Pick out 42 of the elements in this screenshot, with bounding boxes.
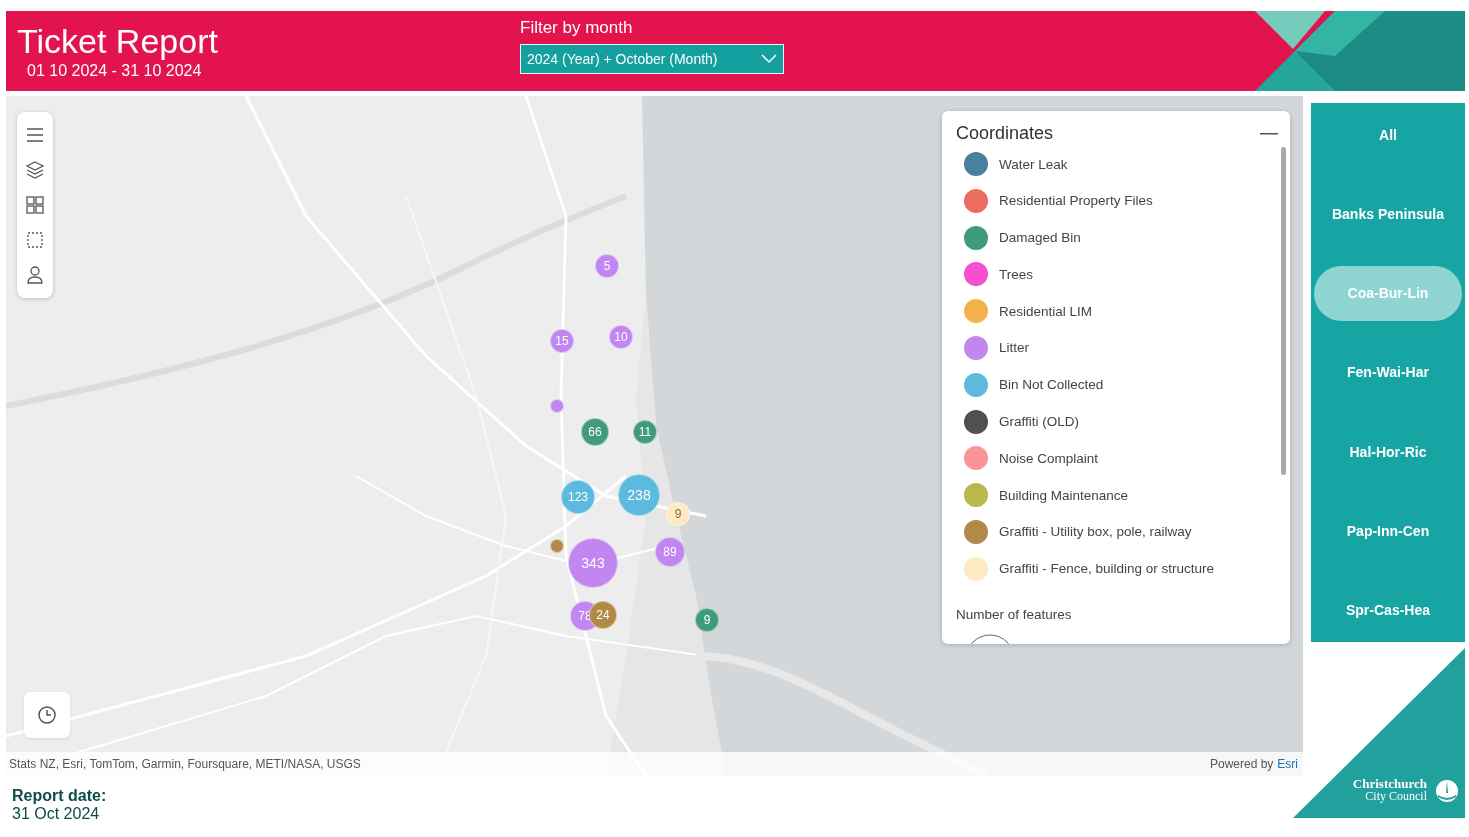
chevron-icon [761, 54, 777, 64]
time-button[interactable] [24, 692, 70, 738]
legend-label: Bin Not Collected [999, 377, 1104, 393]
person-icon[interactable] [25, 264, 45, 285]
logo-subtext: City Council [1365, 790, 1427, 802]
legend-label: Litter [999, 340, 1029, 356]
legend-label: Graffiti - Fence, building or structure [999, 561, 1215, 577]
area-button[interactable]: Pap-Inn-Cen [1314, 503, 1462, 559]
area-button[interactable]: Coa-Bur-Lin [1314, 265, 1462, 321]
grid-icon[interactable] [25, 195, 45, 215]
size-legend-title: Number of features [955, 605, 1073, 622]
clock-icon [37, 705, 57, 725]
legend-label: Residential LIM [999, 303, 1093, 319]
report-date-label: Report date: [12, 787, 108, 805]
legend-label: Damaged Bin [999, 230, 1081, 246]
legend-label: Graffiti (OLD) [999, 414, 1079, 430]
date-range: 01 10 2024 - 31 10 2024 [27, 61, 203, 81]
logo-text: Christchurch [1352, 778, 1427, 790]
area-button[interactable]: Spr-Cas-Hea [1314, 582, 1462, 638]
logo-icon [1435, 779, 1459, 803]
legend-label: Graffiti - Utility box, pole, railway [999, 524, 1192, 540]
legend-label: Building Maintenance [999, 487, 1129, 503]
powered-by-text: Powered by Esri [1209, 757, 1298, 771]
report-date: 31 Oct 2024 [12, 805, 101, 823]
legend-label: Noise Complaint [999, 450, 1099, 466]
filter-label: Filter by month [520, 18, 634, 38]
legend-label: Trees [999, 266, 1033, 282]
legend-label: Residential Property Files [999, 193, 1153, 209]
esri-link[interactable]: Esri [1277, 757, 1298, 771]
legend-label: Water Leak [999, 156, 1068, 172]
area-button[interactable]: Hal-Hor-Ric [1314, 424, 1462, 480]
attribution-text: Stats NZ, Esri, TomTom, Garmin, Foursquare, METI/NASA, USGS [9, 757, 361, 771]
scrollbar[interactable] [1281, 147, 1286, 475]
layers-icon[interactable] [25, 160, 45, 181]
area-button[interactable]: Fen-Wai-Har [1314, 345, 1462, 400]
area-button[interactable]: All [1314, 107, 1462, 162]
area-button[interactable]: Banks Peninsula [1314, 186, 1462, 242]
report-title: Ticket Report [17, 21, 219, 61]
selection-icon[interactable] [25, 229, 45, 250]
legend-title: Coordinates [956, 123, 1054, 144]
month-dropdown[interactable]: 2024 (Year) + October (Month) [520, 44, 784, 74]
minimize-icon [1260, 132, 1278, 135]
